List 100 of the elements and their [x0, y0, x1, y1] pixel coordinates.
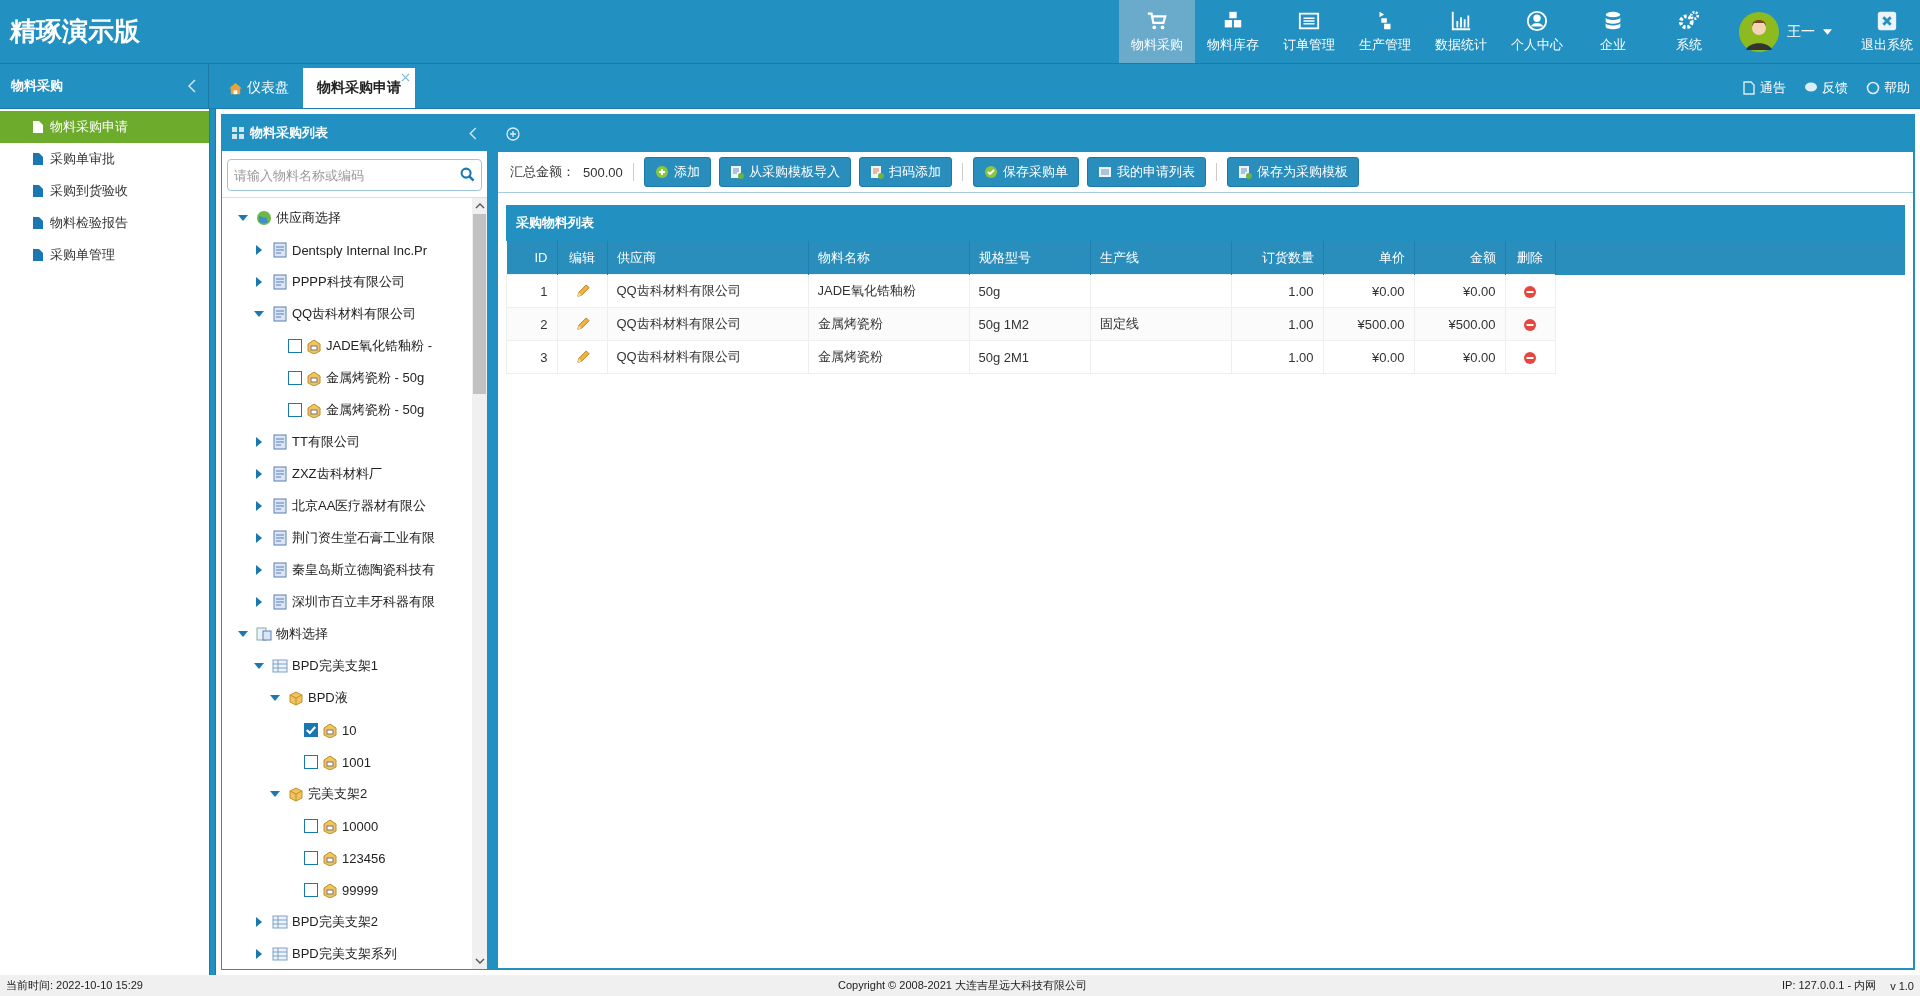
- sidebar-item[interactable]: 采购单审批: [0, 143, 209, 175]
- checkbox[interactable]: [304, 851, 318, 865]
- toolbar-button[interactable]: 我的申请列表: [1086, 157, 1206, 187]
- tree-node-label[interactable]: ZXZ齿科材料厂: [292, 465, 382, 483]
- checkbox[interactable]: [304, 819, 318, 833]
- search-field[interactable]: 请输入物料名称或编码: [227, 159, 482, 191]
- home-icon: [228, 80, 243, 96]
- check-icon: [983, 165, 998, 179]
- package-icon: [322, 818, 338, 834]
- tree-node-label[interactable]: 1001: [342, 754, 371, 770]
- toolbar-button[interactable]: 添加: [643, 157, 711, 187]
- scrollbar-thumb[interactable]: [473, 214, 486, 394]
- user-name[interactable]: 王一: [1787, 22, 1815, 41]
- delete-icon[interactable]: [1523, 350, 1537, 365]
- expand-arrow-icon[interactable]: [238, 213, 248, 223]
- nav-item[interactable]: 个人中心: [1499, 0, 1575, 63]
- expand-arrow-icon[interactable]: [254, 277, 264, 287]
- expand-arrow-icon[interactable]: [254, 597, 264, 607]
- tree-node-label[interactable]: Dentsply Internal Inc.Pr: [292, 242, 428, 258]
- sidebar-item[interactable]: 物料检验报告: [0, 207, 209, 239]
- nav-item[interactable]: 系统: [1651, 0, 1727, 63]
- caret-icon[interactable]: [1823, 28, 1832, 35]
- expand-arrow-icon[interactable]: [238, 629, 248, 639]
- tab[interactable]: 仪表盘: [214, 68, 303, 108]
- header-link[interactable]: 帮助: [1866, 79, 1910, 97]
- table-icon: [272, 914, 288, 930]
- tree-node-label[interactable]: 123456: [342, 850, 386, 866]
- expand-arrow-icon[interactable]: [254, 309, 264, 319]
- expand-arrow-icon[interactable]: [270, 789, 280, 799]
- checkbox[interactable]: [304, 755, 318, 769]
- nav-item[interactable]: 生产管理: [1347, 0, 1423, 63]
- tree-node-label[interactable]: TT有限公司: [292, 433, 360, 451]
- expand-arrow-icon[interactable]: [254, 661, 264, 671]
- delete-icon[interactable]: [1523, 317, 1537, 332]
- checkbox[interactable]: [304, 883, 318, 897]
- scroll-down-icon[interactable]: [474, 958, 485, 964]
- toolbar-button[interactable]: 从采购模板导入: [718, 157, 851, 187]
- pencil-icon[interactable]: [574, 350, 590, 366]
- tree-node-label[interactable]: 10: [342, 722, 357, 738]
- tree-node-label[interactable]: 物料选择: [276, 625, 328, 643]
- tree-node-label[interactable]: 北京AA医疗器材有限公: [292, 497, 427, 515]
- expand-arrow-icon[interactable]: [254, 565, 264, 575]
- tree-node-label[interactable]: 金属烤瓷粉 - 50g: [326, 369, 425, 387]
- checkbox[interactable]: [304, 723, 318, 737]
- tree-node-label[interactable]: 荆门资生堂石膏工业有限: [292, 529, 435, 547]
- toolbar-button[interactable]: 保存采购单: [972, 157, 1079, 187]
- table-cell: 1: [506, 274, 557, 308]
- table-icon: [272, 658, 288, 674]
- header-link[interactable]: 通告: [1742, 79, 1786, 97]
- table-cell: QQ齿科材料有限公司: [607, 307, 808, 341]
- checkbox[interactable]: [288, 339, 302, 353]
- package-icon: [322, 882, 338, 898]
- tree-node-label[interactable]: 秦皇岛斯立德陶瓷科技有: [292, 561, 435, 579]
- tab[interactable]: 物料采购申请: [303, 68, 415, 108]
- collapse-icon[interactable]: [188, 79, 196, 93]
- delete-icon[interactable]: [1523, 284, 1537, 299]
- tree-node-label[interactable]: QQ齿科材料有限公司: [292, 305, 417, 323]
- sidebar-item[interactable]: 采购到货验收: [0, 175, 209, 207]
- logout-button[interactable]: 退出系统: [1854, 0, 1920, 63]
- column-header: 订货数量: [1231, 241, 1323, 275]
- nav-item[interactable]: 数据统计: [1423, 0, 1499, 63]
- expand-arrow-icon[interactable]: [254, 917, 264, 927]
- checkbox[interactable]: [288, 371, 302, 385]
- tree-node-label[interactable]: PPPP科技有限公司: [292, 273, 405, 291]
- sidebar-item[interactable]: 采购单管理: [0, 239, 209, 271]
- table-cell: 金属烤瓷粉: [808, 307, 969, 341]
- search-icon[interactable]: [460, 167, 475, 182]
- scan-icon: [869, 165, 884, 179]
- expand-arrow-icon[interactable]: [254, 245, 264, 255]
- nav-item[interactable]: 物料库存: [1195, 0, 1271, 63]
- tree-node-label[interactable]: 99999: [342, 882, 379, 898]
- expand-arrow-icon[interactable]: [254, 501, 264, 511]
- tree-node-label[interactable]: 10000: [342, 818, 379, 834]
- checkbox[interactable]: [288, 403, 302, 417]
- tree-node-label[interactable]: 供应商选择: [276, 209, 341, 227]
- collapse-icon[interactable]: [469, 126, 477, 140]
- tree-node-label[interactable]: BPD完美支架系列: [292, 945, 397, 963]
- panel-title: 物料采购列表: [250, 124, 329, 142]
- expand-arrow-icon[interactable]: [254, 533, 264, 543]
- avatar[interactable]: [1739, 11, 1779, 52]
- pencil-icon[interactable]: [574, 284, 590, 300]
- pencil-icon[interactable]: [574, 317, 590, 333]
- expand-arrow-icon[interactable]: [254, 469, 264, 479]
- tree-node-label[interactable]: BPD完美支架1: [292, 657, 378, 675]
- tree-node-label[interactable]: 完美支架2: [308, 785, 368, 803]
- expand-arrow-icon[interactable]: [254, 437, 264, 447]
- nav-item[interactable]: 企业: [1575, 0, 1651, 63]
- header-link[interactable]: 反馈: [1804, 79, 1848, 97]
- nav-item[interactable]: 订单管理: [1271, 0, 1347, 63]
- add-circle-icon[interactable]: [506, 127, 520, 141]
- tree-node-label[interactable]: BPD完美支架2: [292, 913, 378, 931]
- scroll-up-icon[interactable]: [474, 203, 485, 209]
- tree-node-label[interactable]: JADE氧化锆釉粉 -: [326, 337, 433, 355]
- tree-node-label[interactable]: BPD液: [308, 689, 348, 707]
- toolbar-button[interactable]: 保存为采购模板: [1226, 157, 1359, 187]
- expand-arrow-icon[interactable]: [254, 949, 264, 959]
- expand-arrow-icon[interactable]: [270, 693, 280, 703]
- toolbar-button[interactable]: 扫码添加: [858, 157, 952, 187]
- tree-node-label[interactable]: 金属烤瓷粉 - 50g: [326, 401, 425, 419]
- tree-node-label[interactable]: 深圳市百立丰牙科器有限: [292, 593, 435, 611]
